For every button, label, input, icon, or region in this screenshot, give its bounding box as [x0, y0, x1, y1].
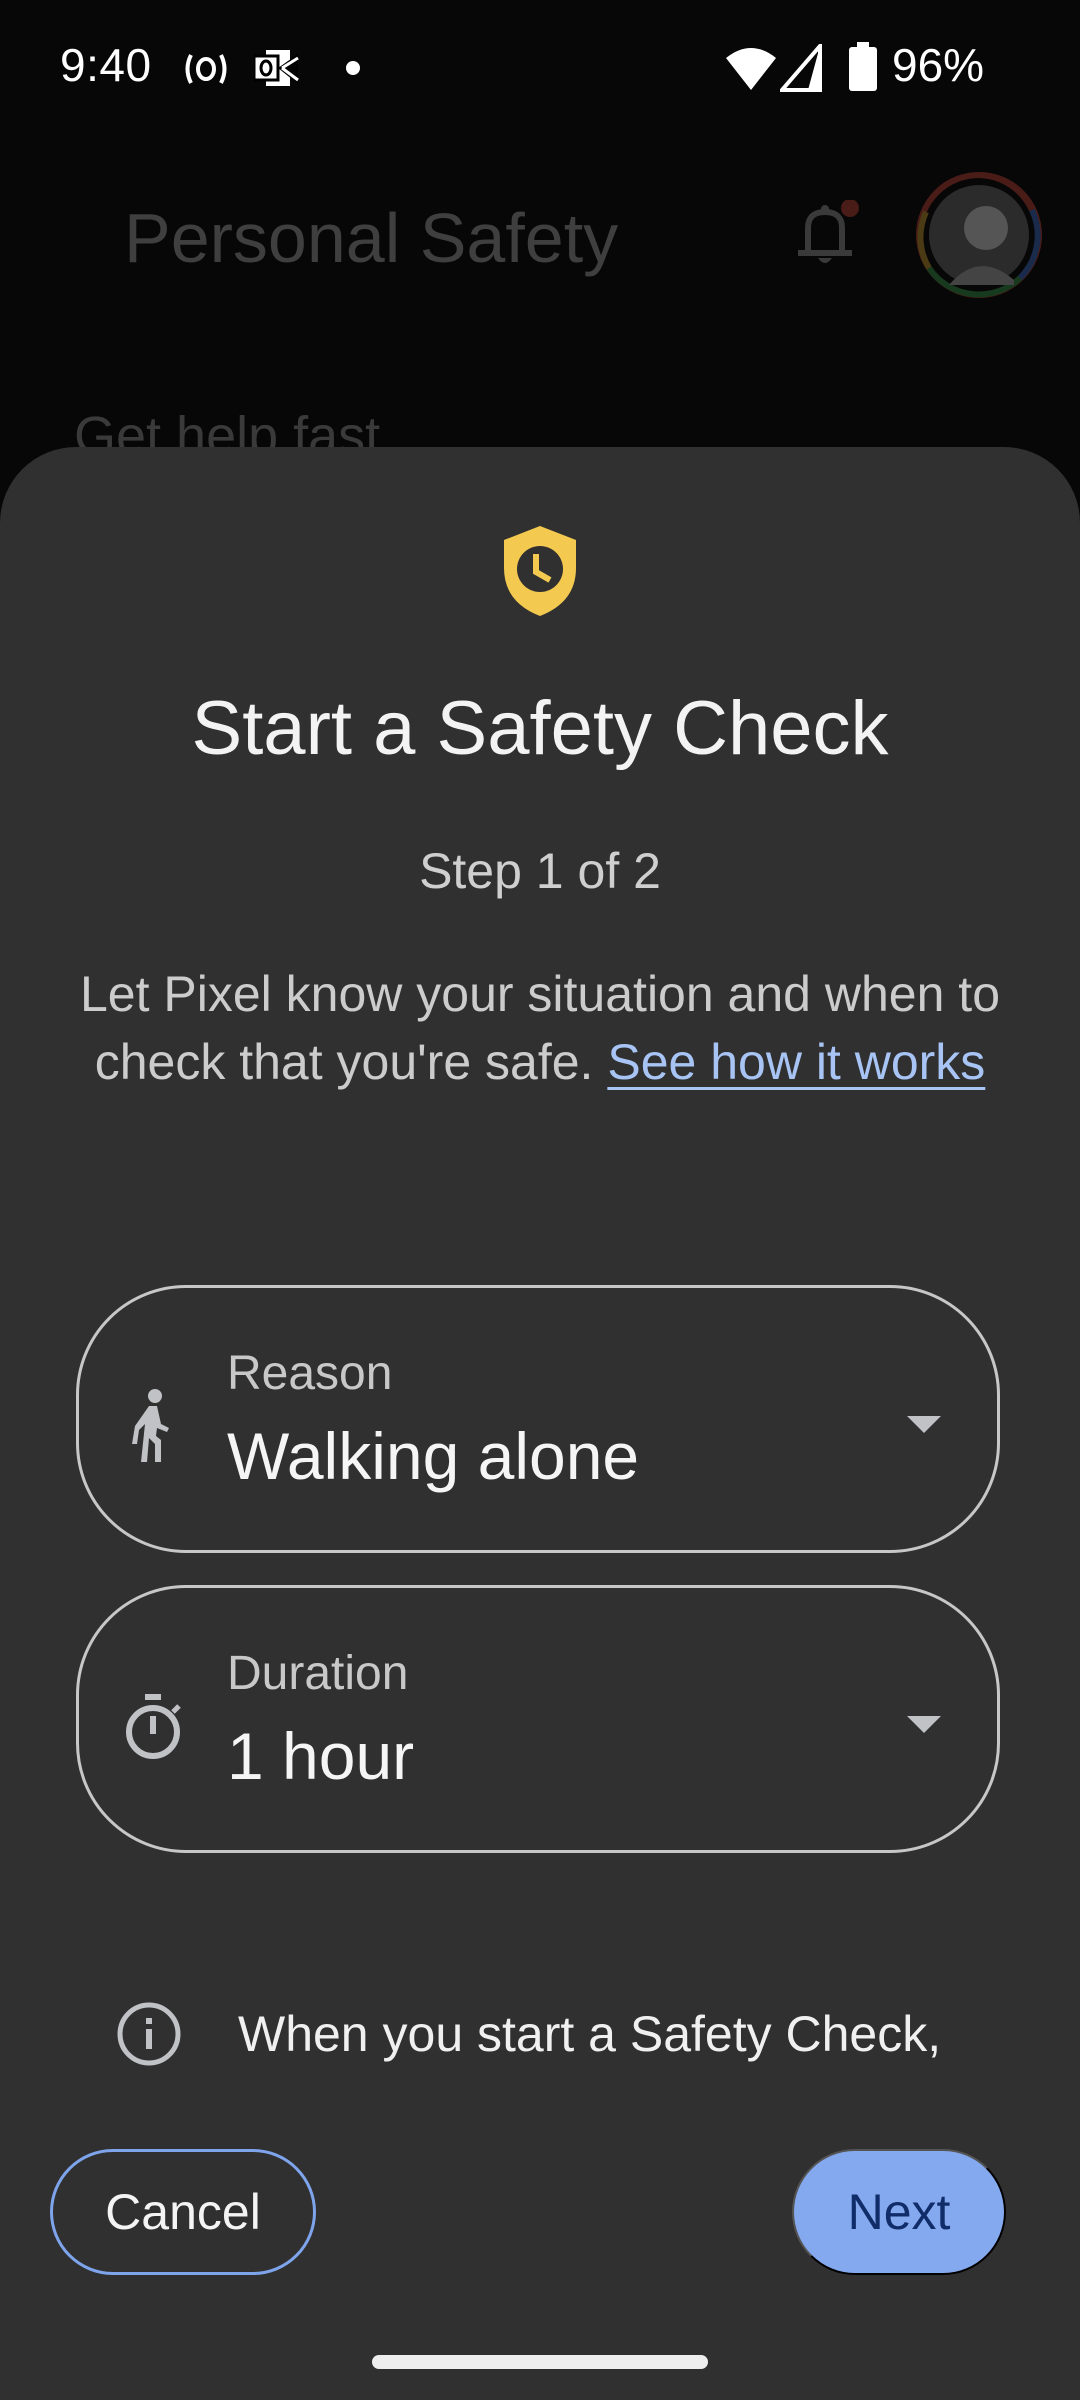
duration-value: 1 hour — [227, 1719, 415, 1793]
duration-label: Duration — [227, 1647, 409, 1700]
notification-dot-icon — [346, 61, 360, 75]
hotspot-icon — [185, 54, 227, 84]
dropdown-caret-icon — [907, 1416, 941, 1433]
reason-label: Reason — [227, 1347, 393, 1400]
sheet-title: Start a Safety Check — [191, 686, 889, 771]
dropdown-caret-icon — [907, 1716, 941, 1733]
wifi-icon — [726, 48, 776, 90]
stopwatch-icon — [126, 1694, 181, 1759]
next-button[interactable]: Next — [792, 2149, 1006, 2275]
reason-value: Walking alone — [227, 1419, 640, 1493]
gesture-navigation-handle[interactable] — [372, 2355, 708, 2369]
cell-signal-icon — [780, 44, 822, 92]
outlook-icon — [254, 50, 299, 86]
see-how-it-works-link[interactable]: See how it works — [607, 1034, 985, 1090]
notifications-bell-icon[interactable] — [790, 200, 860, 276]
status-time: 9:40 — [60, 39, 152, 91]
safety-check-sheet: Start a Safety Check Step 1 of 2 Let Pix… — [0, 447, 1080, 2400]
app-title: Personal Safety — [124, 199, 619, 277]
reason-dropdown[interactable]: Reason Walking alone — [76, 1285, 1000, 1553]
duration-dropdown[interactable]: Duration 1 hour — [76, 1585, 1000, 1853]
account-avatar[interactable] — [914, 170, 1044, 300]
cancel-button[interactable]: Cancel — [50, 2149, 316, 2275]
shield-clock-icon — [504, 526, 576, 616]
step-indicator: Step 1 of 2 — [419, 843, 661, 899]
battery-percent: 96% — [892, 39, 985, 91]
info-text: When you start a Safety Check, location … — [238, 2006, 942, 2077]
walking-person-icon — [132, 1389, 169, 1462]
info-icon — [117, 2002, 181, 2066]
status-bar: 9:40 96% — [0, 0, 1080, 135]
sheet-description: Let Pixel know your situation and when t… — [60, 960, 1020, 1096]
battery-icon — [849, 42, 877, 91]
